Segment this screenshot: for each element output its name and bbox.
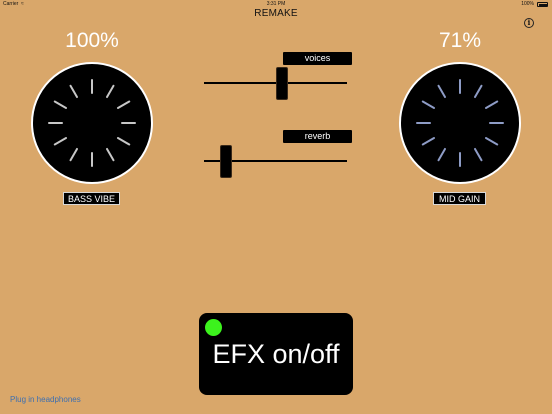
reverb-slider-thumb[interactable] xyxy=(219,145,232,178)
headphones-hint: Plug in headphones xyxy=(10,395,81,404)
info-glyph: i xyxy=(527,18,531,27)
voices-slider-thumb[interactable] xyxy=(276,67,289,100)
efx-status-led xyxy=(205,319,222,336)
bass-knob-label: BASS VIBE xyxy=(63,192,120,205)
bass-knob[interactable] xyxy=(30,61,154,185)
battery-percent: 100% xyxy=(521,1,534,7)
reverb-slider-label: reverb xyxy=(283,130,352,143)
voices-slider-label: voices xyxy=(283,52,352,65)
mid-percent: 71% xyxy=(438,29,482,52)
app-title: REMAKE xyxy=(254,8,298,19)
efx-toggle-button[interactable]: EFX on/off xyxy=(199,313,353,395)
efx-button-label: EFX on/off xyxy=(212,339,340,369)
bass-percent: 100% xyxy=(65,29,119,52)
battery-icon xyxy=(537,2,548,7)
info-icon[interactable]: i xyxy=(524,18,534,28)
status-bar: Carrier ≈ 3:31 PM 100% xyxy=(0,0,552,8)
status-time: 3:31 PM xyxy=(266,1,286,7)
mid-knob-label: MID GAIN xyxy=(433,192,486,205)
mid-knob[interactable] xyxy=(398,61,522,185)
